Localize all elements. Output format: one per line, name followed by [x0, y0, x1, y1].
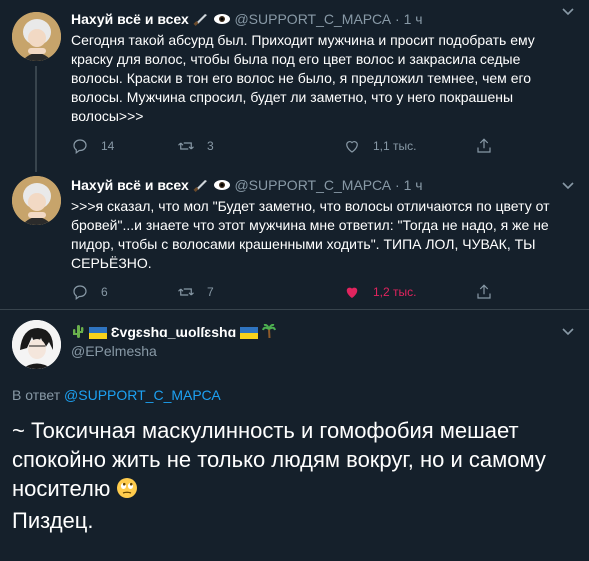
cactus-icon: [71, 324, 85, 344]
eye-icon: [213, 11, 231, 31]
share-button[interactable]: [475, 282, 493, 302]
like-count: 1,1 тыс.: [373, 139, 417, 153]
chevron-down-icon[interactable]: [561, 324, 575, 341]
handle[interactable]: @SUPPORT_C_МАРСА: [234, 177, 391, 193]
reply-count: 14: [101, 139, 115, 153]
ukraine-flag-icon: [88, 324, 107, 344]
reply-button[interactable]: 6: [71, 282, 108, 302]
timestamp[interactable]: 1 ч: [404, 11, 423, 27]
in-reply-prefix: В ответ: [12, 387, 61, 403]
retweet-count: 7: [207, 285, 214, 299]
tweet-2[interactable]: Нахуй всё и всех @SUPPORT_C_МАРСА · 1 ч …: [0, 168, 589, 308]
retweet-icon: [178, 142, 194, 150]
knife-icon: [193, 177, 209, 197]
ukraine-flag-icon: [240, 324, 259, 344]
display-name[interactable]: Ɛvgɛshɑ_ɯolſɛshɑ: [111, 324, 236, 340]
retweet-button[interactable]: 3: [177, 136, 214, 156]
reply-count: 6: [101, 285, 108, 299]
focused-reply-tweet[interactable]: Ɛvgɛshɑ_ɯolſɛshɑ @EPelmesha В ответ @SUP…: [0, 310, 589, 561]
reply-text-second-line: Пиздец.: [12, 508, 94, 533]
tweet-header: Нахуй всё и всех @SUPPORT_C_МАРСА · 1 ч: [71, 175, 423, 195]
display-name[interactable]: Нахуй всё и всех: [71, 177, 189, 193]
separator-dot: ·: [395, 11, 400, 27]
separator-dot: ·: [395, 177, 400, 193]
tweet-text: Сегодня такой абсурд был. Приходит мужчи…: [71, 32, 535, 124]
retweet-icon: [178, 288, 194, 296]
retweet-button[interactable]: 7: [177, 282, 214, 302]
chevron-down-icon[interactable]: [561, 178, 575, 195]
tweet-header: Нахуй всё и всех @SUPPORT_C_МАРСА · 1 ч: [71, 9, 423, 29]
handle[interactable]: @SUPPORT_C_МАРСА: [234, 11, 391, 27]
tweet-text: >>>я сказал, что мол "Будет заметно, что…: [71, 198, 550, 271]
like-button[interactable]: 1,2 тыс.: [343, 282, 416, 302]
reply-header: Ɛvgɛshɑ_ɯolſɛshɑ: [71, 322, 276, 342]
like-button[interactable]: 1,1 тыс.: [343, 136, 416, 156]
tweet-actions: 6 7 1,2 тыс.: [71, 282, 511, 302]
chevron-down-icon[interactable]: [561, 4, 575, 21]
share-icon: [477, 284, 491, 299]
timestamp[interactable]: 1 ч: [404, 177, 423, 193]
knife-icon: [193, 11, 209, 31]
avatar[interactable]: [12, 12, 61, 61]
in-reply-to: В ответ @SUPPORT_C_МАРСА: [12, 387, 221, 403]
avatar[interactable]: [12, 176, 61, 225]
like-count: 1,2 тыс.: [373, 285, 417, 299]
share-button[interactable]: [475, 136, 493, 156]
display-name[interactable]: Нахуй всё и всех: [71, 11, 189, 27]
heart-icon: [346, 287, 358, 298]
thread-line: [35, 66, 37, 172]
heart-icon: [346, 141, 358, 153]
reply-text: ~ Токсичная маскулинность и гомофобия ме…: [12, 416, 577, 535]
rolling-eyes-emoji: [116, 477, 138, 506]
tweet-1[interactable]: Нахуй всё и всех @SUPPORT_C_МАРСА · 1 ч …: [0, 0, 589, 172]
reply-text-main: ~ Токсичная маскулинность и гомофобия ме…: [12, 418, 546, 501]
tweet-actions: 14 3 1,1 тыс.: [71, 136, 511, 156]
eye-icon: [213, 177, 231, 197]
share-icon: [477, 138, 491, 153]
reply-icon: [73, 285, 87, 300]
in-reply-to-link[interactable]: @SUPPORT_C_МАРСА: [64, 387, 221, 403]
reply-icon: [73, 139, 87, 154]
handle[interactable]: @EPelmesha: [71, 343, 157, 359]
retweet-count: 3: [207, 139, 214, 153]
reply-button[interactable]: 14: [71, 136, 114, 156]
avatar[interactable]: [12, 320, 61, 369]
palm-tree-icon: [261, 323, 276, 344]
